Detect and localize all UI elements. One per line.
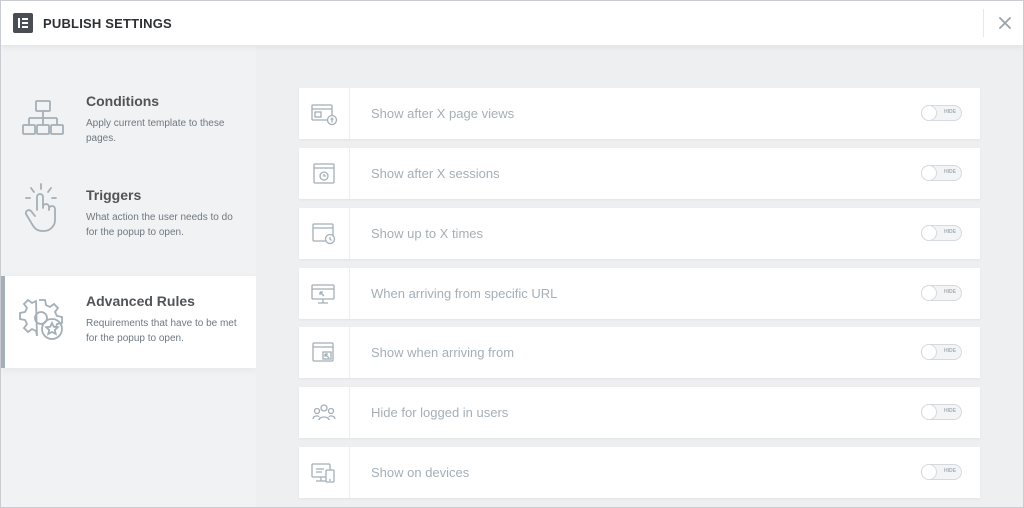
rule-row: Show on devices HIDE bbox=[299, 447, 980, 498]
active-indicator bbox=[1, 276, 5, 368]
rule-row: Show after X sessions HIDE bbox=[299, 148, 980, 199]
close-button[interactable] bbox=[993, 11, 1017, 35]
rule-toggle[interactable]: HIDE bbox=[921, 464, 962, 480]
rule-toggle[interactable]: HIDE bbox=[921, 165, 962, 181]
rule-toggle[interactable]: HIDE bbox=[921, 344, 962, 360]
sidebar-item-description: What action the user needs to do for the… bbox=[86, 212, 233, 238]
arriving-from-icon bbox=[299, 327, 350, 378]
toggle-text: HIDE bbox=[944, 229, 956, 235]
toggle-knob bbox=[921, 165, 937, 181]
elementor-logo-icon bbox=[13, 13, 33, 33]
close-icon bbox=[999, 17, 1011, 29]
rule-label: Show after X page views bbox=[371, 106, 515, 121]
sidebar-item-title: Conditions bbox=[86, 93, 160, 109]
toggle-knob bbox=[921, 464, 937, 480]
toggle-knob bbox=[921, 105, 937, 121]
rule-row: Show after X page views HIDE bbox=[299, 88, 980, 139]
rule-toggle[interactable]: HIDE bbox=[921, 285, 962, 301]
rule-toggle[interactable]: HIDE bbox=[921, 404, 962, 420]
sidebar-item-description: Apply current template to these pages. bbox=[86, 118, 225, 144]
url-icon bbox=[299, 268, 350, 319]
hand-pointer-icon bbox=[19, 180, 67, 232]
rule-toggle[interactable]: HIDE bbox=[921, 225, 962, 241]
sidebar-item-conditions[interactable]: Conditions Apply current template to the… bbox=[1, 76, 256, 168]
rule-toggle[interactable]: HIDE bbox=[921, 105, 962, 121]
toggle-knob bbox=[921, 404, 937, 420]
publish-settings-dialog: PUBLISH SETTINGS Conditions Apply curren… bbox=[0, 0, 1024, 508]
rule-row: Show when arriving from HIDE bbox=[299, 327, 980, 378]
sidebar-item-title: Advanced Rules bbox=[86, 293, 195, 309]
advanced-rules-panel: Show after X page views HIDE Show after … bbox=[256, 46, 1023, 507]
toggle-knob bbox=[921, 225, 937, 241]
users-icon bbox=[299, 387, 350, 438]
dialog-title: PUBLISH SETTINGS bbox=[43, 16, 172, 31]
sidebar-item-triggers[interactable]: Triggers What action the user needs to d… bbox=[1, 170, 256, 262]
times-icon bbox=[299, 208, 350, 259]
dialog-header: PUBLISH SETTINGS bbox=[1, 1, 1023, 46]
sidebar-item-description: Requirements that have to be met for the… bbox=[86, 318, 237, 344]
toggle-text: HIDE bbox=[944, 109, 956, 115]
sessions-icon bbox=[299, 148, 350, 199]
rule-row: When arriving from specific URL HIDE bbox=[299, 268, 980, 319]
rule-row: Hide for logged in users HIDE bbox=[299, 387, 980, 438]
rule-label: Show up to X times bbox=[371, 226, 483, 241]
sidebar: Conditions Apply current template to the… bbox=[1, 46, 256, 507]
toggle-knob bbox=[921, 285, 937, 301]
devices-icon bbox=[299, 447, 350, 498]
sidebar-item-advanced-rules[interactable]: Advanced Rules Requirements that have to… bbox=[1, 276, 256, 368]
toggle-text: HIDE bbox=[944, 408, 956, 414]
toggle-text: HIDE bbox=[944, 169, 956, 175]
toggle-knob bbox=[921, 344, 937, 360]
toggle-text: HIDE bbox=[944, 468, 956, 474]
toggle-text: HIDE bbox=[944, 289, 956, 295]
page-views-icon bbox=[299, 88, 350, 139]
header-divider bbox=[983, 9, 984, 37]
rule-label: Hide for logged in users bbox=[371, 405, 509, 420]
rule-row: Show up to X times HIDE bbox=[299, 208, 980, 259]
rule-label: Show after X sessions bbox=[371, 166, 500, 181]
rule-label: Show when arriving from bbox=[371, 345, 515, 360]
rule-label: Show on devices bbox=[371, 465, 470, 480]
sitemap-icon bbox=[19, 96, 67, 144]
rule-label: When arriving from specific URL bbox=[371, 286, 558, 301]
sidebar-item-title: Triggers bbox=[86, 187, 142, 203]
toggle-text: HIDE bbox=[944, 348, 956, 354]
gear-star-icon bbox=[19, 296, 67, 344]
